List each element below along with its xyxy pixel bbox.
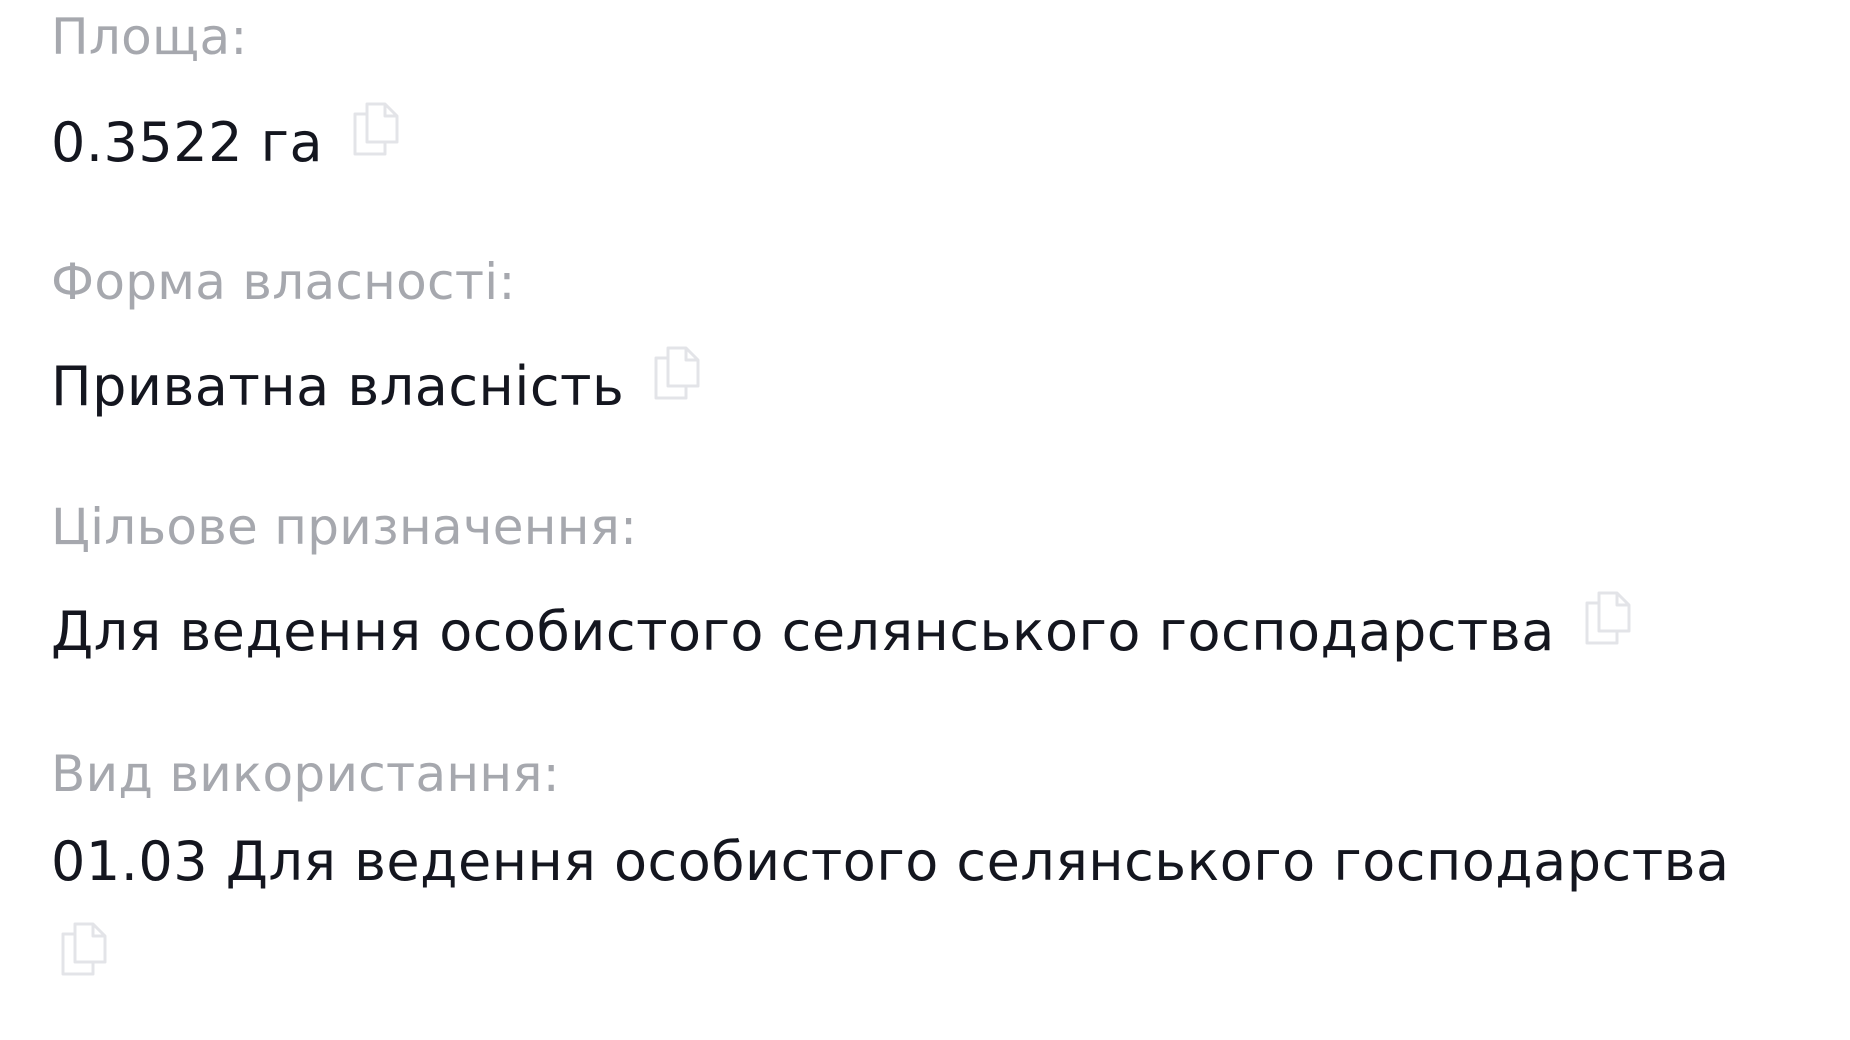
field-value-purpose: Для ведення особистого селянського госпо…: [51, 600, 1555, 663]
field-value-row-usage: 01.03 Для ведення особистого селянського…: [51, 830, 1841, 894]
field-value-usage: 01.03 Для ведення особистого селянського…: [51, 830, 1730, 893]
copy-purpose-button[interactable]: [1581, 589, 1633, 647]
copy-icon: [61, 922, 107, 976]
field-label-purpose: Цільове призначення:: [51, 498, 638, 556]
field-label-ownership: Форма власності:: [51, 253, 516, 311]
copy-ownership-button[interactable]: [650, 344, 702, 402]
field-value-row-purpose: Для ведення особистого селянського госпо…: [51, 591, 1633, 664]
copy-area-button[interactable]: [349, 100, 401, 158]
copy-usage-button[interactable]: [57, 920, 109, 978]
field-value-ownership: Приватна власність: [51, 355, 625, 418]
field-label-usage: Вид використання:: [51, 745, 560, 803]
copy-icon: [654, 346, 700, 400]
copy-icon: [1585, 591, 1631, 645]
field-value-row-area: 0.3522 га: [51, 102, 401, 175]
field-value-area: 0.3522 га: [51, 111, 324, 174]
copy-icon: [353, 102, 399, 156]
field-label-area: Площа:: [51, 8, 248, 66]
field-value-row-ownership: Приватна власність: [51, 346, 702, 419]
